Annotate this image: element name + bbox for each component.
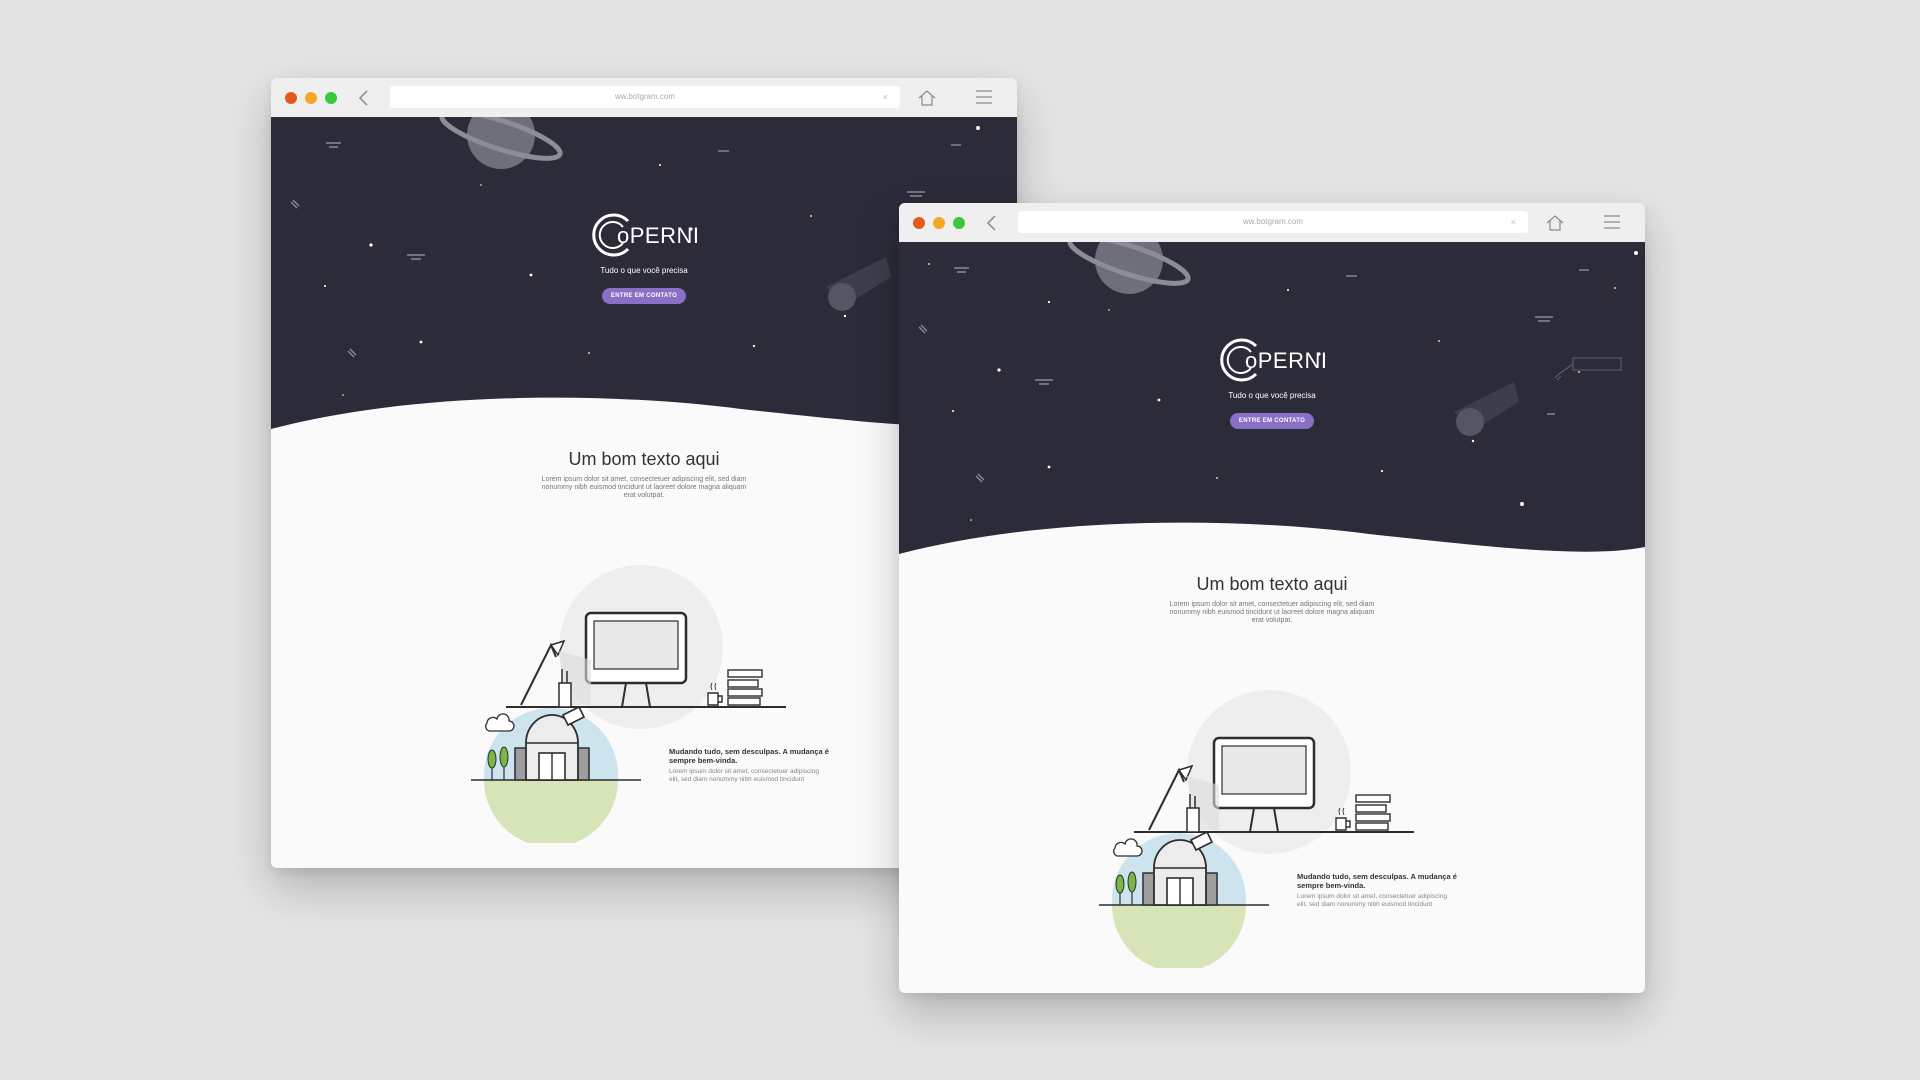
browser-titlebar: ww.botgram.com × (271, 78, 1017, 118)
url-text: ww.botgram.com (1242, 217, 1304, 226)
minimize-window-button[interactable] (305, 92, 317, 104)
close-window-button[interactable] (285, 92, 297, 104)
hamburger-menu-icon[interactable] (975, 89, 993, 105)
home-icon[interactable] (917, 88, 937, 108)
back-arrow-icon[interactable] (357, 88, 371, 108)
observatory-illustration (471, 705, 641, 843)
hero-section: oPERNI Tudo o que você precisa ENTRE EM … (899, 242, 1645, 582)
maximize-window-button[interactable] (325, 92, 337, 104)
hamburger-menu-icon[interactable] (1603, 214, 1621, 230)
browser-titlebar: ww.botgram.com × (899, 203, 1645, 243)
home-icon[interactable] (1545, 213, 1565, 233)
feature-heading: Mudando tudo, sem desculpas. A mudança é… (1297, 872, 1457, 890)
close-icon[interactable]: × (1511, 211, 1516, 233)
hero-wave-divider (899, 522, 1645, 582)
address-bar[interactable]: ww.botgram.com × (390, 86, 900, 108)
minimize-window-button[interactable] (933, 217, 945, 229)
feature-heading: Mudando tudo, sem desculpas. A mudança é… (669, 747, 829, 765)
observatory-illustration (1099, 830, 1269, 968)
close-window-button[interactable] (913, 217, 925, 229)
intro-body: Lorem ipsum dolor sit amet, consectetuer… (541, 476, 747, 499)
address-bar[interactable]: ww.botgram.com × (1018, 211, 1528, 233)
maximize-window-button[interactable] (953, 217, 965, 229)
feature-body: Lorem ipsum dolor sit amet, consectetuer… (1297, 893, 1447, 908)
intro-body: Lorem ipsum dolor sit amet, consectetuer… (1169, 601, 1375, 624)
browser-window-front: ww.botgram.com × oPERNI Tudo o que você … (899, 203, 1645, 993)
feature-body: Lorem ipsum dolor sit amet, consectetuer… (669, 768, 819, 783)
intro-title: Um bom texto aqui (1196, 574, 1348, 594)
url-text: ww.botgram.com (614, 92, 676, 101)
close-icon[interactable]: × (883, 86, 888, 108)
back-arrow-icon[interactable] (985, 213, 999, 233)
